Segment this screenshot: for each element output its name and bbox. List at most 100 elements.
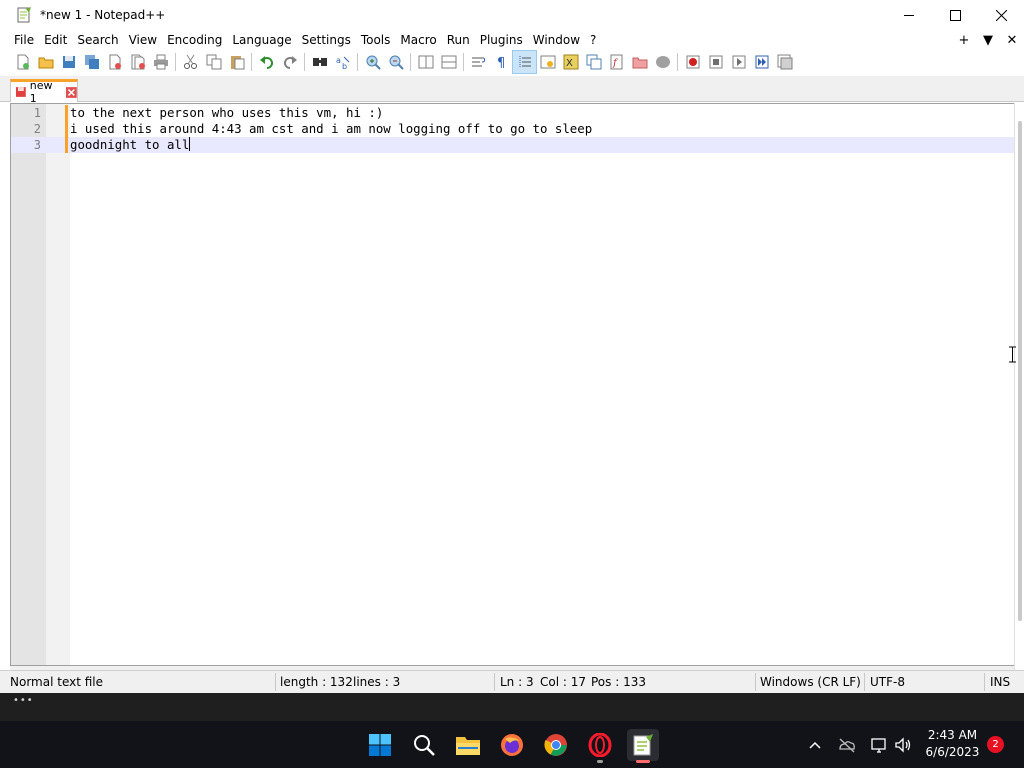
close-document-icon[interactable]: ✕: [1000, 33, 1024, 48]
file-explorer-icon: [456, 737, 480, 755]
status-encoding[interactable]: UTF-8: [870, 675, 905, 689]
playback-macro-icon: [732, 55, 745, 69]
zoom-in-button[interactable]: [361, 51, 384, 73]
title-bar[interactable]: *new 1 - Notepad++: [0, 0, 1024, 30]
menu-help[interactable]: ?: [585, 30, 601, 51]
paste-icon: [230, 56, 244, 70]
maximize-button[interactable]: [932, 0, 978, 30]
sync-horizontal-button[interactable]: [437, 51, 460, 73]
document-list-button[interactable]: [582, 51, 605, 73]
menu-bar: File Edit Search View Encoding Language …: [0, 30, 1024, 51]
chevron-up-icon[interactable]: [805, 735, 825, 755]
opera-icon: [588, 733, 612, 757]
show-all-characters-button[interactable]: ¶: [490, 51, 513, 73]
cut-icon: [183, 54, 197, 69]
word-wrap-icon: [471, 57, 485, 67]
tab-new-1[interactable]: new 1: [10, 79, 78, 105]
menu-file[interactable]: File: [9, 30, 39, 51]
menu-tools[interactable]: Tools: [356, 30, 396, 51]
find-button[interactable]: [308, 51, 331, 73]
document-map-button[interactable]: X: [559, 51, 582, 73]
vertical-scrollbar[interactable]: ▼: [1014, 103, 1024, 721]
function-list-button[interactable]: f: [605, 51, 628, 73]
scrollbar-thumb[interactable]: [1018, 121, 1022, 621]
copy-button[interactable]: [202, 51, 225, 73]
menu-language[interactable]: Language: [227, 30, 296, 51]
replace-button[interactable]: ab: [331, 51, 354, 73]
menu-macro[interactable]: Macro: [395, 30, 441, 51]
zoom-out-button[interactable]: [384, 51, 407, 73]
toolbar-separator: [304, 53, 305, 71]
record-macro-button[interactable]: [681, 51, 704, 73]
sync-horizontal-icon: [441, 55, 456, 69]
text-editor[interactable]: 1 to the next person who uses this vm, h…: [10, 103, 1014, 666]
save-macro-button[interactable]: [773, 51, 796, 73]
menu-view[interactable]: View: [124, 30, 162, 51]
onedrive-offline-icon[interactable]: [837, 735, 857, 755]
svg-text:¶: ¶: [497, 56, 505, 70]
window-title: *new 1 - Notepad++: [40, 8, 166, 22]
new-tab-plus-icon[interactable]: +: [952, 33, 976, 48]
close-icon: [995, 9, 1007, 21]
monitoring-button[interactable]: [651, 51, 674, 73]
firefox-button[interactable]: [496, 729, 528, 761]
system-tray: [805, 721, 913, 768]
tab-bar: new 1: [0, 76, 1024, 105]
minimize-icon: [903, 14, 914, 16]
user-defined-language-button[interactable]: [536, 51, 559, 73]
tab-list-dropdown-icon[interactable]: ▼: [976, 33, 1000, 48]
status-eol-format[interactable]: Windows (CR LF): [760, 675, 861, 689]
tab-close-icon[interactable]: [66, 86, 77, 98]
close-all-button[interactable]: [126, 51, 149, 73]
redo-button[interactable]: [278, 51, 301, 73]
document-map-icon: X: [563, 54, 578, 70]
stop-recording-icon: [709, 55, 722, 69]
minimize-button[interactable]: [886, 0, 932, 30]
editor-line: 1 to the next person who uses this vm, h…: [11, 105, 1014, 121]
chrome-button[interactable]: [540, 729, 572, 761]
save-icon: [62, 56, 75, 68]
record-macro-icon: [686, 55, 699, 69]
menu-edit[interactable]: Edit: [39, 30, 72, 51]
open-file-button[interactable]: [34, 51, 57, 73]
taskbar-search-button[interactable]: [408, 729, 440, 761]
playback-macro-button[interactable]: [727, 51, 750, 73]
menu-settings[interactable]: Settings: [297, 30, 356, 51]
mouse-ibeam-cursor-icon: [1009, 346, 1016, 363]
menu-plugins[interactable]: Plugins: [475, 30, 528, 51]
paste-button[interactable]: [225, 51, 248, 73]
run-macro-multiple-button[interactable]: [750, 51, 773, 73]
close-window-button[interactable]: [978, 0, 1024, 30]
more-options-icon[interactable]: •••: [13, 695, 34, 706]
save-button[interactable]: [57, 51, 80, 73]
volume-icon[interactable]: [893, 735, 913, 755]
sync-vertical-button[interactable]: [414, 51, 437, 73]
stop-recording-button[interactable]: [704, 51, 727, 73]
new-file-button[interactable]: [11, 51, 34, 73]
word-wrap-button[interactable]: [467, 51, 490, 73]
indent-guide-button[interactable]: [512, 50, 537, 74]
taskbar-clock[interactable]: 2:43 AM 6/6/2023: [920, 727, 985, 761]
status-line-number: Ln : 3: [500, 675, 534, 689]
notification-badge[interactable]: 2: [987, 736, 1004, 753]
print-button[interactable]: [149, 51, 172, 73]
file-explorer-button[interactable]: [452, 729, 484, 761]
start-button[interactable]: [364, 729, 396, 761]
notepad-plus-plus-button[interactable]: [627, 729, 659, 763]
menu-window[interactable]: Window: [528, 30, 585, 51]
undo-button[interactable]: [255, 51, 278, 73]
network-icon[interactable]: [869, 735, 889, 755]
close-file-button[interactable]: [103, 51, 126, 73]
save-all-button[interactable]: [80, 51, 103, 73]
status-insert-mode[interactable]: INS: [990, 675, 1010, 689]
folder-as-workspace-button[interactable]: [628, 51, 651, 73]
cut-button[interactable]: [179, 51, 202, 73]
run-macro-multiple-icon: [755, 55, 768, 69]
menu-run[interactable]: Run: [442, 30, 475, 51]
menu-encoding[interactable]: Encoding: [162, 30, 227, 51]
fold-margin[interactable]: [46, 104, 70, 665]
opera-button[interactable]: [584, 729, 616, 763]
status-divider: [755, 673, 756, 691]
menu-search[interactable]: Search: [72, 30, 123, 51]
status-divider: [864, 673, 865, 691]
